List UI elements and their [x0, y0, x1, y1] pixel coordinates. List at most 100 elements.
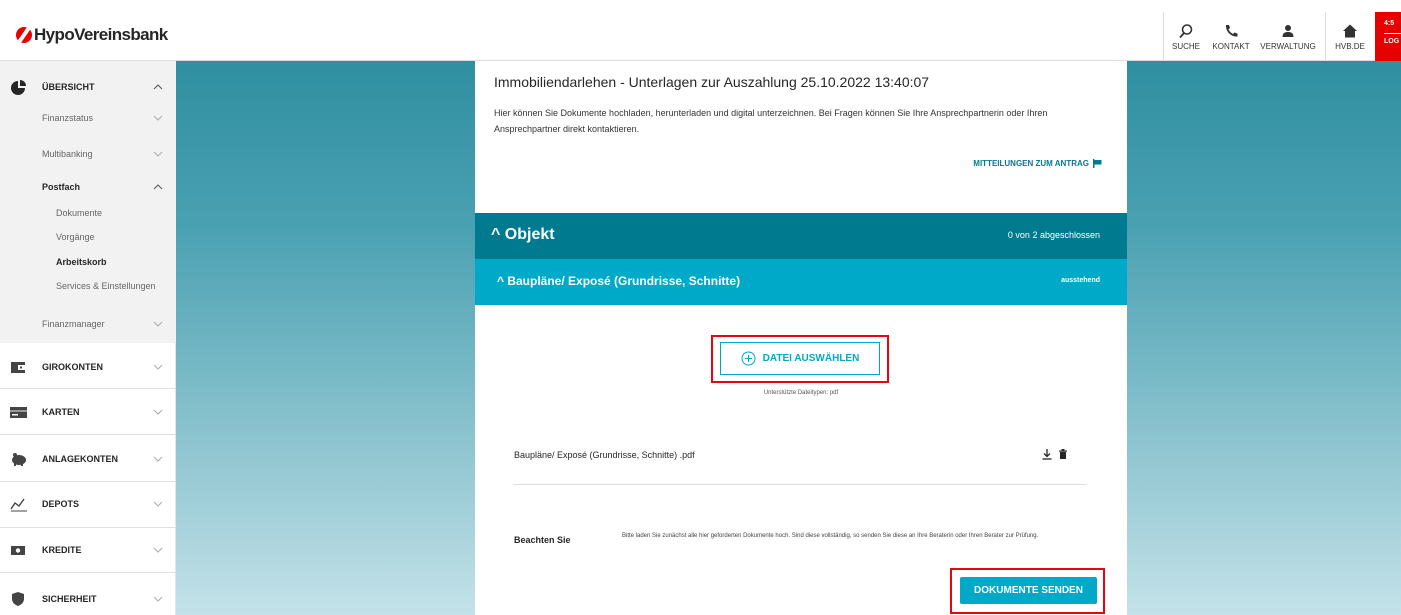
sidebar-item-postfach-label: Postfach [42, 182, 81, 192]
sidebar-item-multibanking-label: Multibanking [42, 149, 93, 159]
chevron-down-icon [153, 409, 163, 415]
phone-icon [1225, 24, 1238, 37]
user-icon [1282, 24, 1294, 37]
chevron-down-icon [153, 501, 163, 507]
window-top-edge [0, 0, 1401, 12]
select-file-label: DATEI AUSWÄHLEN [762, 353, 860, 364]
sidebar-item-karten-label: KARTEN [42, 407, 80, 417]
chevron-down-icon [153, 547, 163, 553]
nav-contact-label: KONTAKT [1212, 41, 1250, 51]
document-section-title: ^ Baupläne/ Exposé (Grundrisse, Schnitte… [497, 274, 741, 288]
select-file-button[interactable]: DATEI AUSWÄHLEN [720, 342, 880, 375]
sidebar-item-anlagekonten-label: ANLAGEKONTEN [42, 454, 118, 464]
page-description: Hier können Sie Dokumente hochladen, her… [494, 108, 1048, 134]
sidebar-item-postfach[interactable]: Postfach [0, 178, 176, 196]
sidebar-item-finanzmanager[interactable]: Finanzmanager [0, 315, 176, 333]
sidebar-divider [0, 434, 176, 435]
sidebar-divider [0, 388, 176, 389]
uploaded-file-row: Baupläne/ Exposé (Grundrisse, Schnitte) … [514, 449, 1086, 485]
sidebar-item-vorgaenge[interactable]: Vorgänge [0, 229, 176, 245]
sidebar-item-depots-label: DEPOTS [42, 499, 80, 509]
logout-divider [1384, 33, 1401, 34]
piggy-bank-icon [12, 453, 26, 466]
sidebar-item-kredite-label: KREDITE [42, 545, 82, 555]
chevron-down-icon [153, 364, 163, 370]
nav-hvb-home[interactable]: HVB.DE [1332, 12, 1368, 61]
wallet-icon [11, 362, 25, 373]
chevron-down-icon [153, 321, 163, 327]
plus-circle-icon [741, 351, 756, 366]
sidebar-item-girokonten-label: GIROKONTEN [42, 362, 104, 372]
sidebar-item-overview[interactable]: ÜBERSICHT [0, 77, 176, 97]
sidebar-item-dokumente-label: Dokumente [56, 208, 103, 218]
note-label: Beachten Sie [514, 535, 571, 545]
overview-section [0, 61, 176, 343]
nav-search-label: SUCHE [1171, 41, 1200, 51]
documents-panel: Immobiliendarlehen - Unterlagen zur Ausz… [475, 61, 1127, 615]
chart-line-icon [10, 498, 27, 512]
sidebar-item-overview-label: ÜBERSICHT [42, 82, 95, 92]
sidebar-divider [0, 527, 176, 528]
sidebar-item-vorgaenge-label: Vorgänge [56, 232, 95, 242]
messages-link-label: MITTEILUNGEN ZUM ANTRAG [973, 159, 1089, 168]
logout-label: LOG [1384, 38, 1400, 45]
banknote-icon [11, 546, 25, 555]
sidebar-item-dokumente[interactable]: Dokumente [0, 205, 176, 221]
nav-contact[interactable]: KONTAKT [1208, 12, 1254, 61]
sidebar-item-finanzstatus-label: Finanzstatus [42, 113, 94, 123]
chevron-up-icon [153, 84, 163, 90]
trash-icon[interactable] [1059, 449, 1067, 459]
chevron-down-icon [153, 456, 163, 462]
supported-file-types: Unterstützte Dateitypen: pdf [763, 390, 839, 396]
sidebar-item-finanzmanager-label: Finanzmanager [42, 319, 105, 329]
sidebar-item-services-label: Services & Einstellungen [56, 281, 156, 291]
logo-text: HypoVereinsbank [34, 25, 168, 44]
sidebar-item-sicherheit-label: SICHERHEIT [42, 594, 97, 604]
uploaded-file-name: Baupläne/ Exposé (Grundrisse, Schnitte) … [514, 450, 695, 460]
sidebar-item-multibanking[interactable]: Multibanking [0, 145, 176, 163]
messages-link[interactable]: MITTEILUNGEN ZUM ANTRAG [973, 159, 1102, 168]
sidebar-item-karten[interactable]: KARTEN [0, 401, 176, 423]
shield-icon [12, 592, 24, 606]
sidebar-divider [0, 481, 176, 482]
download-icon[interactable] [1042, 449, 1052, 460]
sidebar-item-finanzstatus[interactable]: Finanzstatus [0, 109, 176, 127]
sidebar-divider [0, 572, 176, 573]
sidebar-item-services[interactable]: Services & Einstellungen [0, 278, 176, 294]
session-timer: 4:5 [1384, 20, 1395, 27]
logout-button[interactable]: 4:5 LOG [1375, 12, 1401, 61]
flag-icon [1093, 159, 1102, 168]
nav-search[interactable]: SUCHE [1168, 12, 1204, 61]
sidebar-item-depots[interactable]: DEPOTS [0, 493, 176, 515]
sidebar-item-girokonten[interactable]: GIROKONTEN [0, 356, 176, 378]
sidebar-item-sicherheit[interactable]: SICHERHEIT [0, 588, 176, 610]
bank-logo[interactable]: HypoVereinsbank [16, 25, 168, 45]
nav-hvb-home-label: HVB.DE [1335, 41, 1365, 51]
header-divider [1163, 12, 1164, 61]
search-icon [1179, 23, 1193, 38]
chevron-down-icon [153, 151, 163, 157]
nav-administration-label: VERWALTUNG [1260, 41, 1316, 51]
pie-chart-icon [11, 80, 26, 95]
home-icon [1343, 24, 1357, 37]
chevron-up-icon [153, 184, 163, 190]
nav-administration[interactable]: VERWALTUNG [1258, 12, 1318, 61]
logo-mark-icon [16, 27, 32, 43]
sidebar-item-arbeitskorb[interactable]: Arbeitskorb [0, 254, 176, 270]
chevron-down-icon [153, 115, 163, 121]
document-section-header[interactable]: ^ Baupläne/ Exposé (Grundrisse, Schnitte… [475, 259, 1127, 305]
sidebar-item-arbeitskorb-label: Arbeitskorb [56, 257, 107, 267]
chevron-down-icon [153, 596, 163, 602]
object-section-status: 0 von 2 abgeschlossen [1007, 230, 1100, 240]
document-section-status: ausstehend [1061, 277, 1100, 284]
object-section-title: ^ Objekt [491, 226, 555, 243]
object-section-header[interactable]: ^ Objekt 0 von 2 abgeschlossen [475, 213, 1127, 259]
page-title: Immobiliendarlehen - Unterlagen zur Ausz… [494, 74, 930, 90]
card-icon [10, 407, 27, 418]
sidebar-item-anlagekonten[interactable]: ANLAGEKONTEN [0, 448, 176, 470]
note-text: Bitte laden Sie zunächst alle hier gefor… [622, 533, 1039, 539]
sidebar-item-kredite[interactable]: KREDITE [0, 539, 176, 561]
sidebar: ÜBERSICHT Finanzstatus Multibanking Post… [0, 61, 176, 615]
send-documents-button[interactable]: DOKUMENTE SENDEN [960, 577, 1097, 604]
header-divider [1325, 12, 1326, 61]
